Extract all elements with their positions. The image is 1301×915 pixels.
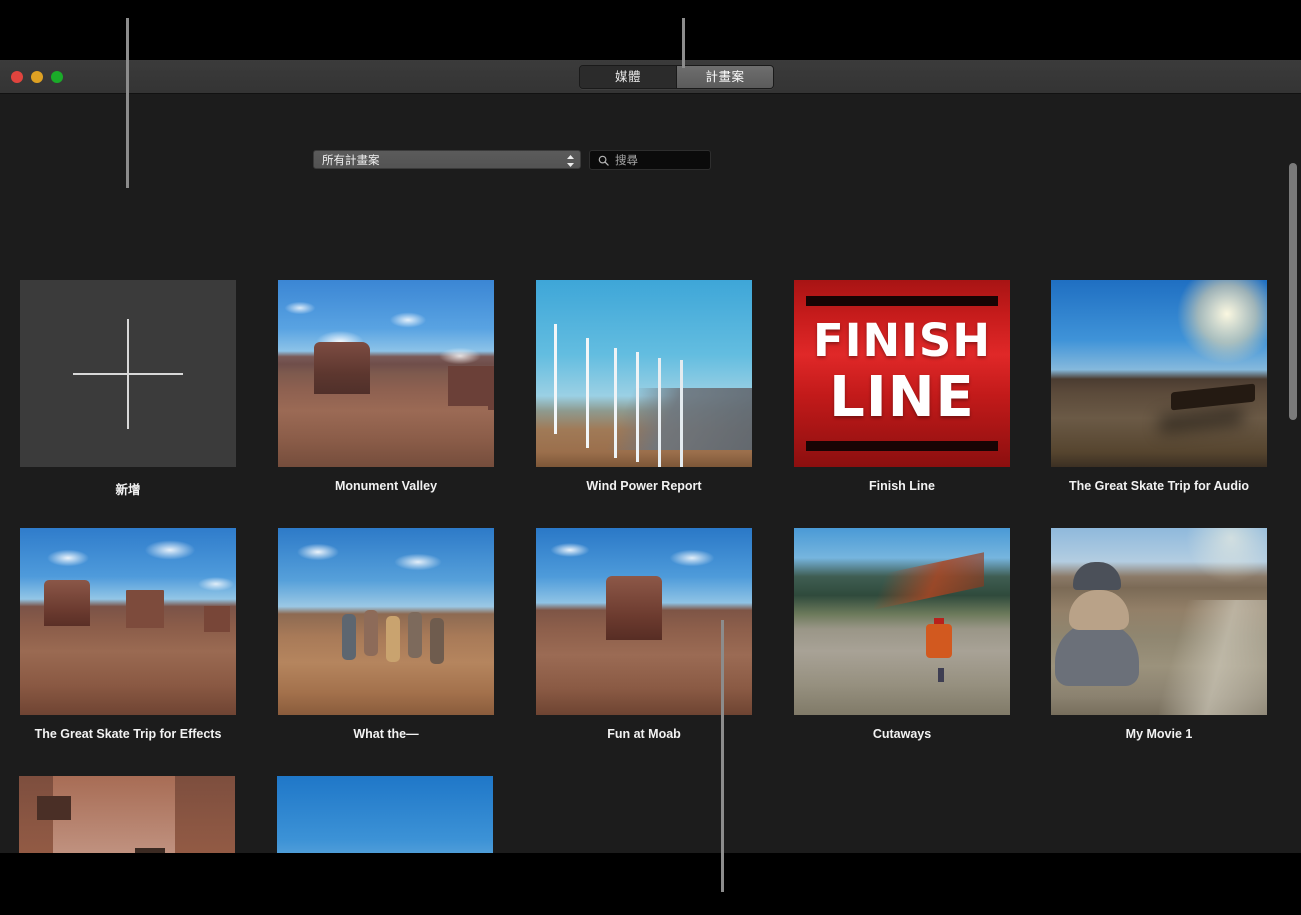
project-cell-what-the[interactable]: What the— (278, 528, 494, 741)
thumbnail-art (19, 776, 235, 853)
project-cell-my-movie-1[interactable]: My Movie 1 (1051, 528, 1267, 741)
project-title: The Great Skate Trip for Audio (1051, 479, 1267, 493)
project-cell-great-skate-trip-for-effects[interactable]: The Great Skate Trip for Effects (20, 528, 236, 741)
new-project-thumbnail[interactable] (20, 280, 236, 467)
annotation-line-left (126, 18, 129, 188)
project-grid: 新增 Monument Valley Wind Power Report FIN… (0, 154, 1301, 853)
thumbnail-art (536, 528, 752, 715)
annotation-line-grid (721, 620, 724, 892)
project-title: What the— (278, 727, 494, 741)
project-title: Wind Power Report (536, 479, 752, 493)
filter-toolbar: 所有計畫案 搜尋 (0, 94, 1301, 154)
plus-icon-vertical (127, 319, 129, 429)
project-thumbnail[interactable] (278, 528, 494, 715)
annotation-line-tab (682, 18, 685, 68)
thumbnail-art (278, 528, 494, 715)
view-mode-segmented-control[interactable]: 媒體 計畫案 (579, 65, 774, 89)
project-cell-cutaways[interactable]: Cutaways (794, 528, 1010, 741)
project-title: Monument Valley (278, 479, 494, 493)
tab-media[interactable]: 媒體 (580, 66, 677, 88)
project-title: Cutaways (794, 727, 1010, 741)
project-title: Fun at Moab (536, 727, 752, 741)
project-thumbnail[interactable] (19, 776, 235, 853)
minimize-button[interactable] (31, 71, 43, 83)
finish-line-bottom-bar (806, 441, 998, 451)
thumbnail-art: FINISH LINE (794, 280, 1010, 467)
project-cell-monument-valley[interactable]: Monument Valley (278, 280, 494, 493)
project-thumbnail[interactable]: FINISH LINE (794, 280, 1010, 467)
thumbnail-art (20, 528, 236, 715)
project-thumbnail[interactable] (1051, 280, 1267, 467)
project-cell-new[interactable]: 新增 (20, 280, 236, 498)
close-button[interactable] (11, 71, 23, 83)
project-cell-friends-walking[interactable] (277, 776, 493, 853)
vertical-scrollbar[interactable] (1289, 163, 1297, 420)
project-thumbnail[interactable] (536, 280, 752, 467)
project-title: Finish Line (794, 479, 1010, 493)
tab-projects[interactable]: 計畫案 (677, 66, 773, 88)
finish-line-text-line2: LINE (794, 370, 1010, 426)
thumbnail-art (1051, 280, 1267, 467)
project-thumbnail[interactable] (20, 528, 236, 715)
thumbnail-art (278, 280, 494, 467)
project-cell-great-skate-trip-for-audio[interactable]: The Great Skate Trip for Audio (1051, 280, 1267, 493)
project-cell-board-closeup[interactable] (19, 776, 235, 853)
project-title: 新增 (20, 479, 236, 498)
thumbnail-art (536, 280, 752, 467)
project-thumbnail[interactable] (277, 776, 493, 853)
project-thumbnail[interactable] (536, 528, 752, 715)
project-thumbnail[interactable] (1051, 528, 1267, 715)
project-thumbnail[interactable] (794, 528, 1010, 715)
finish-line-text-line1: FINISH (794, 318, 1010, 364)
project-title: The Great Skate Trip for Effects (20, 727, 236, 741)
project-cell-fun-at-moab[interactable]: Fun at Moab (536, 528, 752, 741)
window-controls (11, 60, 63, 93)
thumbnail-art (1051, 528, 1267, 715)
window-titlebar: 媒體 計畫案 (0, 60, 1301, 94)
zoom-button[interactable] (51, 71, 63, 83)
thumbnail-art (277, 776, 493, 853)
thumbnail-art (794, 528, 1010, 715)
imovie-window: 媒體 計畫案 所有計畫案 搜尋 (0, 60, 1301, 853)
finish-line-top-bar (806, 296, 998, 306)
project-cell-finish-line[interactable]: FINISH LINE Finish Line (794, 280, 1010, 493)
project-title: My Movie 1 (1051, 727, 1267, 741)
project-cell-wind-power-report[interactable]: Wind Power Report (536, 280, 752, 493)
project-thumbnail[interactable] (278, 280, 494, 467)
